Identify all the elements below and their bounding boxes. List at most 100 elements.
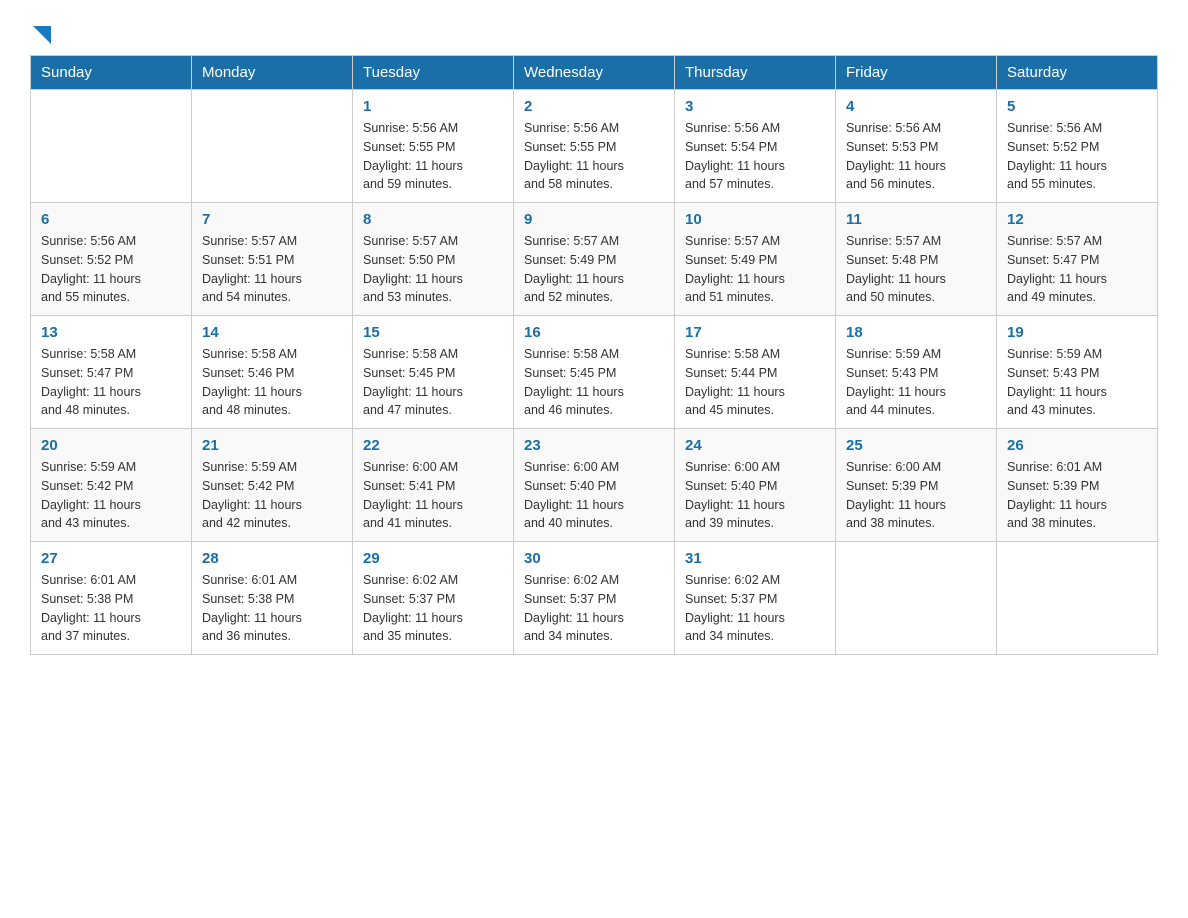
calendar-cell: 27 Sunrise: 6:01 AM Sunset: 5:38 PM Dayli… <box>31 542 192 655</box>
day-number: 7 <box>202 211 342 228</box>
day-number: 8 <box>363 211 503 228</box>
day-number: 18 <box>846 324 986 341</box>
day-info: Sunrise: 5:57 AM Sunset: 5:51 PM Dayligh… <box>202 232 342 307</box>
day-number: 24 <box>685 437 825 454</box>
day-info: Sunrise: 5:57 AM Sunset: 5:50 PM Dayligh… <box>363 232 503 307</box>
calendar-cell: 6 Sunrise: 5:56 AM Sunset: 5:52 PM Daylig… <box>31 203 192 316</box>
calendar-cell: 25 Sunrise: 6:00 AM Sunset: 5:39 PM Dayli… <box>836 429 997 542</box>
day-info: Sunrise: 6:02 AM Sunset: 5:37 PM Dayligh… <box>363 571 503 646</box>
calendar-week-row: 27 Sunrise: 6:01 AM Sunset: 5:38 PM Dayli… <box>31 542 1158 655</box>
day-number: 29 <box>363 550 503 567</box>
calendar-cell: 20 Sunrise: 5:59 AM Sunset: 5:42 PM Dayli… <box>31 429 192 542</box>
calendar-cell: 15 Sunrise: 5:58 AM Sunset: 5:45 PM Dayli… <box>353 316 514 429</box>
calendar-cell: 29 Sunrise: 6:02 AM Sunset: 5:37 PM Dayli… <box>353 542 514 655</box>
day-info: Sunrise: 5:59 AM Sunset: 5:42 PM Dayligh… <box>41 458 181 533</box>
calendar-cell: 7 Sunrise: 5:57 AM Sunset: 5:51 PM Daylig… <box>192 203 353 316</box>
day-number: 19 <box>1007 324 1147 341</box>
day-info: Sunrise: 5:58 AM Sunset: 5:45 PM Dayligh… <box>524 345 664 420</box>
day-info: Sunrise: 6:02 AM Sunset: 5:37 PM Dayligh… <box>524 571 664 646</box>
calendar-cell: 3 Sunrise: 5:56 AM Sunset: 5:54 PM Daylig… <box>675 90 836 203</box>
day-info: Sunrise: 6:00 AM Sunset: 5:40 PM Dayligh… <box>524 458 664 533</box>
day-info: Sunrise: 5:56 AM Sunset: 5:53 PM Dayligh… <box>846 119 986 194</box>
day-info: Sunrise: 5:57 AM Sunset: 5:49 PM Dayligh… <box>685 232 825 307</box>
day-info: Sunrise: 6:00 AM Sunset: 5:40 PM Dayligh… <box>685 458 825 533</box>
calendar-cell: 5 Sunrise: 5:56 AM Sunset: 5:52 PM Daylig… <box>997 90 1158 203</box>
calendar-cell: 24 Sunrise: 6:00 AM Sunset: 5:40 PM Dayli… <box>675 429 836 542</box>
day-info: Sunrise: 5:56 AM Sunset: 5:52 PM Dayligh… <box>1007 119 1147 194</box>
calendar-cell: 26 Sunrise: 6:01 AM Sunset: 5:39 PM Dayli… <box>997 429 1158 542</box>
weekday-header-saturday: Saturday <box>997 56 1158 90</box>
day-number: 11 <box>846 211 986 228</box>
calendar-cell: 16 Sunrise: 5:58 AM Sunset: 5:45 PM Dayli… <box>514 316 675 429</box>
calendar-week-row: 6 Sunrise: 5:56 AM Sunset: 5:52 PM Daylig… <box>31 203 1158 316</box>
weekday-header-sunday: Sunday <box>31 56 192 90</box>
calendar-cell <box>31 90 192 203</box>
calendar-cell: 30 Sunrise: 6:02 AM Sunset: 5:37 PM Dayli… <box>514 542 675 655</box>
calendar-cell: 2 Sunrise: 5:56 AM Sunset: 5:55 PM Daylig… <box>514 90 675 203</box>
day-info: Sunrise: 5:58 AM Sunset: 5:45 PM Dayligh… <box>363 345 503 420</box>
day-number: 26 <box>1007 437 1147 454</box>
day-number: 28 <box>202 550 342 567</box>
calendar-cell: 14 Sunrise: 5:58 AM Sunset: 5:46 PM Dayli… <box>192 316 353 429</box>
weekday-header-thursday: Thursday <box>675 56 836 90</box>
calendar-cell: 4 Sunrise: 5:56 AM Sunset: 5:53 PM Daylig… <box>836 90 997 203</box>
day-info: Sunrise: 5:58 AM Sunset: 5:47 PM Dayligh… <box>41 345 181 420</box>
day-number: 16 <box>524 324 664 341</box>
day-info: Sunrise: 5:57 AM Sunset: 5:47 PM Dayligh… <box>1007 232 1147 307</box>
day-info: Sunrise: 6:02 AM Sunset: 5:37 PM Dayligh… <box>685 571 825 646</box>
day-info: Sunrise: 5:58 AM Sunset: 5:46 PM Dayligh… <box>202 345 342 420</box>
day-info: Sunrise: 6:01 AM Sunset: 5:38 PM Dayligh… <box>41 571 181 646</box>
day-number: 21 <box>202 437 342 454</box>
day-info: Sunrise: 6:01 AM Sunset: 5:38 PM Dayligh… <box>202 571 342 646</box>
calendar-cell: 8 Sunrise: 5:57 AM Sunset: 5:50 PM Daylig… <box>353 203 514 316</box>
calendar-cell: 17 Sunrise: 5:58 AM Sunset: 5:44 PM Dayli… <box>675 316 836 429</box>
logo-triangle-icon <box>33 26 51 49</box>
day-number: 13 <box>41 324 181 341</box>
calendar-cell: 13 Sunrise: 5:58 AM Sunset: 5:47 PM Dayli… <box>31 316 192 429</box>
calendar-cell: 22Sunrise: 6:00 AM Sunset: 5:41 PM Dayli… <box>353 429 514 542</box>
calendar-header-row: SundayMondayTuesdayWednesdayThursdayFrid… <box>31 56 1158 90</box>
calendar-cell: 11 Sunrise: 5:57 AM Sunset: 5:48 PM Dayli… <box>836 203 997 316</box>
day-info: Sunrise: 5:56 AM Sunset: 5:55 PM Dayligh… <box>524 119 664 194</box>
calendar-cell: 9Sunrise: 5:57 AM Sunset: 5:49 PM Daylig… <box>514 203 675 316</box>
day-number: 4 <box>846 98 986 115</box>
day-number: 1 <box>363 98 503 115</box>
calendar-cell: 10 Sunrise: 5:57 AM Sunset: 5:49 PM Dayli… <box>675 203 836 316</box>
day-number: 27 <box>41 550 181 567</box>
logo <box>30 20 51 45</box>
day-info: Sunrise: 6:00 AM Sunset: 5:39 PM Dayligh… <box>846 458 986 533</box>
day-number: 23 <box>524 437 664 454</box>
day-number: 15 <box>363 324 503 341</box>
day-number: 10 <box>685 211 825 228</box>
day-number: 2 <box>524 98 664 115</box>
calendar-cell: 21 Sunrise: 5:59 AM Sunset: 5:42 PM Dayli… <box>192 429 353 542</box>
day-number: 14 <box>202 324 342 341</box>
day-info: Sunrise: 5:59 AM Sunset: 5:43 PM Dayligh… <box>1007 345 1147 420</box>
calendar-week-row: 13 Sunrise: 5:58 AM Sunset: 5:47 PM Dayli… <box>31 316 1158 429</box>
weekday-header-wednesday: Wednesday <box>514 56 675 90</box>
day-info: Sunrise: 5:57 AM Sunset: 5:48 PM Dayligh… <box>846 232 986 307</box>
calendar-cell: 18 Sunrise: 5:59 AM Sunset: 5:43 PM Dayli… <box>836 316 997 429</box>
day-number: 3 <box>685 98 825 115</box>
day-info: Sunrise: 6:01 AM Sunset: 5:39 PM Dayligh… <box>1007 458 1147 533</box>
day-number: 17 <box>685 324 825 341</box>
calendar-week-row: 1 Sunrise: 5:56 AM Sunset: 5:55 PM Daylig… <box>31 90 1158 203</box>
calendar-cell: 28 Sunrise: 6:01 AM Sunset: 5:38 PM Dayli… <box>192 542 353 655</box>
calendar-cell <box>192 90 353 203</box>
day-info: Sunrise: 5:56 AM Sunset: 5:55 PM Dayligh… <box>363 119 503 194</box>
day-number: 25 <box>846 437 986 454</box>
calendar-cell: 31Sunrise: 6:02 AM Sunset: 5:37 PM Dayli… <box>675 542 836 655</box>
calendar-cell <box>836 542 997 655</box>
day-number: 6 <box>41 211 181 228</box>
day-info: Sunrise: 5:56 AM Sunset: 5:54 PM Dayligh… <box>685 119 825 194</box>
day-info: Sunrise: 5:58 AM Sunset: 5:44 PM Dayligh… <box>685 345 825 420</box>
day-info: Sunrise: 5:56 AM Sunset: 5:52 PM Dayligh… <box>41 232 181 307</box>
day-info: Sunrise: 5:57 AM Sunset: 5:49 PM Dayligh… <box>524 232 664 307</box>
calendar-cell: 19 Sunrise: 5:59 AM Sunset: 5:43 PM Dayli… <box>997 316 1158 429</box>
day-info: Sunrise: 5:59 AM Sunset: 5:42 PM Dayligh… <box>202 458 342 533</box>
calendar-table: SundayMondayTuesdayWednesdayThursdayFrid… <box>30 55 1158 655</box>
day-number: 30 <box>524 550 664 567</box>
day-info: Sunrise: 5:59 AM Sunset: 5:43 PM Dayligh… <box>846 345 986 420</box>
day-number: 5 <box>1007 98 1147 115</box>
day-number: 20 <box>41 437 181 454</box>
